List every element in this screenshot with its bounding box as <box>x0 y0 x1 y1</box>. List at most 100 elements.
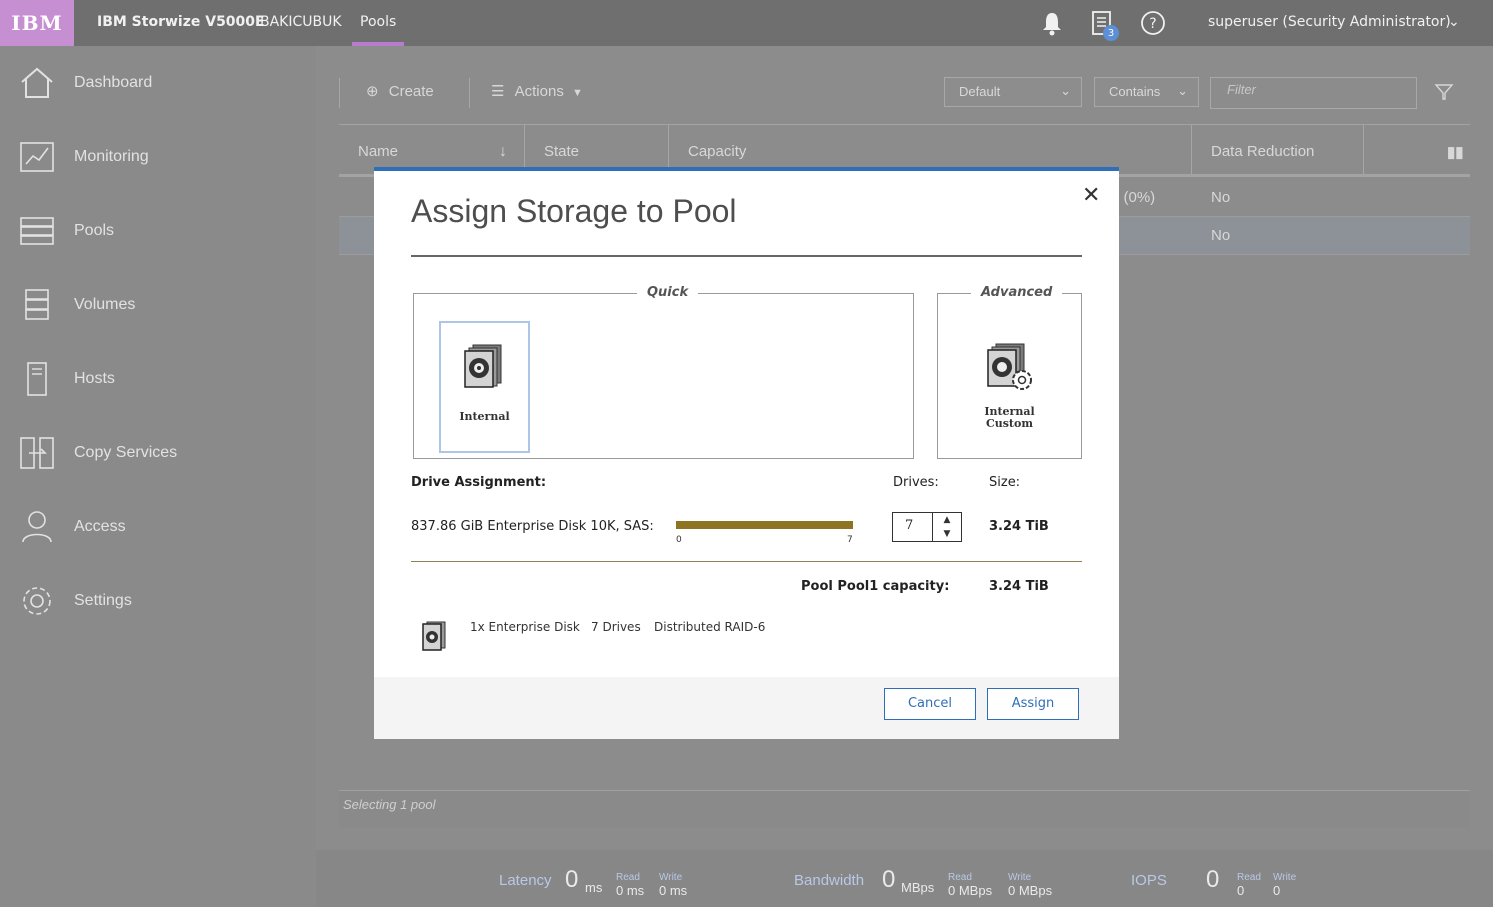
column-capacity[interactable]: Capacity <box>688 143 746 160</box>
cancel-button[interactable]: Cancel <box>884 688 976 720</box>
quick-section: Quick Internal <box>413 285 914 459</box>
drives-stepper[interactable]: 7 ▲ ▼ <box>892 512 962 542</box>
sidebar-item-label: Settings <box>74 592 132 609</box>
latency-value: 0 <box>565 866 579 893</box>
latency-write-label: Write <box>659 872 683 883</box>
sidebar-item-label: Pools <box>74 222 115 239</box>
ibm-logo[interactable]: IBM <box>0 0 74 46</box>
create-label: Create <box>388 83 434 100</box>
selection-status: Selecting 1 pool <box>339 790 1470 828</box>
latency-read-label: Read <box>616 872 640 883</box>
column-data-reduction[interactable]: Data Reduction <box>1211 143 1314 160</box>
increment-icon[interactable]: ▲ <box>933 513 961 527</box>
sidebar-item-access[interactable]: Access <box>0 496 316 556</box>
actions-label: Actions <box>514 83 564 100</box>
quick-legend: Quick <box>637 285 699 300</box>
column-state[interactable]: State <box>544 143 579 160</box>
summary-raid: Distributed RAID-6 <box>654 620 766 634</box>
settings-icon <box>23 587 51 615</box>
plus-circle-icon: ⊕ <box>366 83 379 100</box>
list-icon: ☰ <box>491 83 505 100</box>
drives-header: Drives: <box>893 475 939 490</box>
view-select[interactable]: Default ⌄ <box>944 77 1082 107</box>
chevron-down-icon: ⌄ <box>1060 83 1071 98</box>
sidebar-item-label: Copy Services <box>74 444 178 461</box>
chevron-down-icon: ⌄ <box>1177 83 1188 98</box>
view-select-value: Default <box>959 84 1001 99</box>
slider-max: 7 <box>847 535 853 545</box>
chevron-down-icon[interactable]: ⌄ <box>1448 14 1460 30</box>
bandwidth-label: Bandwidth <box>794 872 865 889</box>
bandwidth-write-label: Write <box>1008 872 1032 883</box>
dialog-title: Assign Storage to Pool <box>411 193 737 229</box>
decrement-icon[interactable]: ▼ <box>933 527 961 541</box>
close-icon[interactable]: ✕ <box>1082 183 1100 208</box>
data-reduction-cell: No <box>1211 227 1231 244</box>
advanced-legend: Advanced <box>971 285 1063 300</box>
actions-button[interactable]: ☰ Actions ▼ <box>491 82 583 100</box>
iops-read-label: Read <box>1237 872 1261 883</box>
drive-slider[interactable] <box>676 521 853 529</box>
iops-label: IOPS <box>1131 872 1167 889</box>
create-button[interactable]: ⊕ Create <box>366 82 434 100</box>
disk-stack-icon <box>464 344 502 388</box>
sidebar-item-label: Hosts <box>74 370 115 387</box>
drive-class-label: 837.86 GiB Enterprise Disk 10K, SAS: <box>411 519 654 534</box>
latency-unit: ms <box>585 880 603 895</box>
internal-custom-label-line2: Custom <box>985 417 1033 430</box>
sidebar-item-pools[interactable]: Pools <box>0 200 316 260</box>
internal-custom-tile[interactable]: Internal Custom <box>958 318 1061 454</box>
internal-tile[interactable]: Internal <box>439 321 530 453</box>
disk-icon <box>422 621 446 651</box>
system-name[interactable]: BAKICUBUK <box>260 14 342 30</box>
assign-storage-dialog: Assign Storage to Pool ✕ Quick Internal … <box>374 167 1119 739</box>
sidebar-item-label: Volumes <box>74 296 136 313</box>
column-name[interactable]: Name <box>358 143 398 160</box>
filter-input[interactable]: Filter <box>1210 77 1417 109</box>
drive-slider-fill <box>676 521 853 529</box>
latency-read: 0 ms <box>616 883 645 898</box>
drives-value[interactable]: 7 <box>905 518 913 533</box>
advanced-section: Advanced Internal Custom <box>937 285 1082 459</box>
iops-write-label: Write <box>1273 872 1297 883</box>
help-icon[interactable]: ? <box>1140 10 1166 36</box>
sidebar-item-volumes[interactable]: Volumes <box>0 274 316 334</box>
top-bar: IBM IBM Storwize V5000E BAKICUBUK Pools … <box>0 0 1493 46</box>
summary-disk: 1x Enterprise Disk <box>470 620 580 634</box>
sidebar-item-monitoring[interactable]: Monitoring <box>0 126 316 186</box>
sidebar: Dashboard Monitoring Pools Volumes Hosts… <box>0 46 316 907</box>
bandwidth-value: 0 <box>882 866 896 893</box>
bandwidth-read-label: Read <box>948 872 972 883</box>
sidebar-item-copy-services[interactable]: Copy Services <box>0 422 316 482</box>
divider <box>411 561 1082 562</box>
pool-capacity-value: 3.24 TiB <box>989 579 1049 594</box>
sidebar-item-label: Access <box>74 518 126 535</box>
iops-write: 0 <box>1273 883 1281 898</box>
filter-icon[interactable] <box>1434 82 1454 102</box>
match-select-value: Contains <box>1109 84 1161 99</box>
dialog-footer: Cancel Assign <box>374 677 1119 739</box>
bandwidth-read: 0 MBps <box>948 883 993 898</box>
match-select[interactable]: Contains ⌄ <box>1094 77 1199 107</box>
user-menu[interactable]: superuser (Security Administrator) <box>1208 14 1451 30</box>
pools-icon <box>20 217 54 245</box>
performance-bar: Latency 0 ms Read 0 ms Write 0 ms Bandwi… <box>316 850 1493 907</box>
product-name[interactable]: IBM Storwize V5000E <box>97 14 265 30</box>
summary-drives: 7 Drives <box>591 620 641 634</box>
sidebar-item-settings[interactable]: Settings <box>0 570 316 630</box>
sidebar-item-label: Monitoring <box>74 148 149 165</box>
caret-down-icon: ▼ <box>572 87 583 99</box>
title-divider <box>411 255 1082 257</box>
bell-icon[interactable] <box>1039 10 1065 36</box>
column-picker-icon[interactable]: ▮▮ <box>1447 143 1464 161</box>
sidebar-item-dashboard[interactable]: Dashboard <box>0 52 316 112</box>
sidebar-item-hosts[interactable]: Hosts <box>0 348 316 408</box>
tasks-count-badge: 3 <box>1103 25 1119 41</box>
monitoring-icon <box>20 142 54 172</box>
assign-button[interactable]: Assign <box>987 688 1079 720</box>
copy-services-icon <box>20 437 54 469</box>
hosts-icon <box>27 362 47 396</box>
sort-down-icon[interactable]: ↓ <box>499 143 507 161</box>
sidebar-item-label: Dashboard <box>74 74 153 91</box>
breadcrumb-pools[interactable]: Pools <box>360 14 396 30</box>
